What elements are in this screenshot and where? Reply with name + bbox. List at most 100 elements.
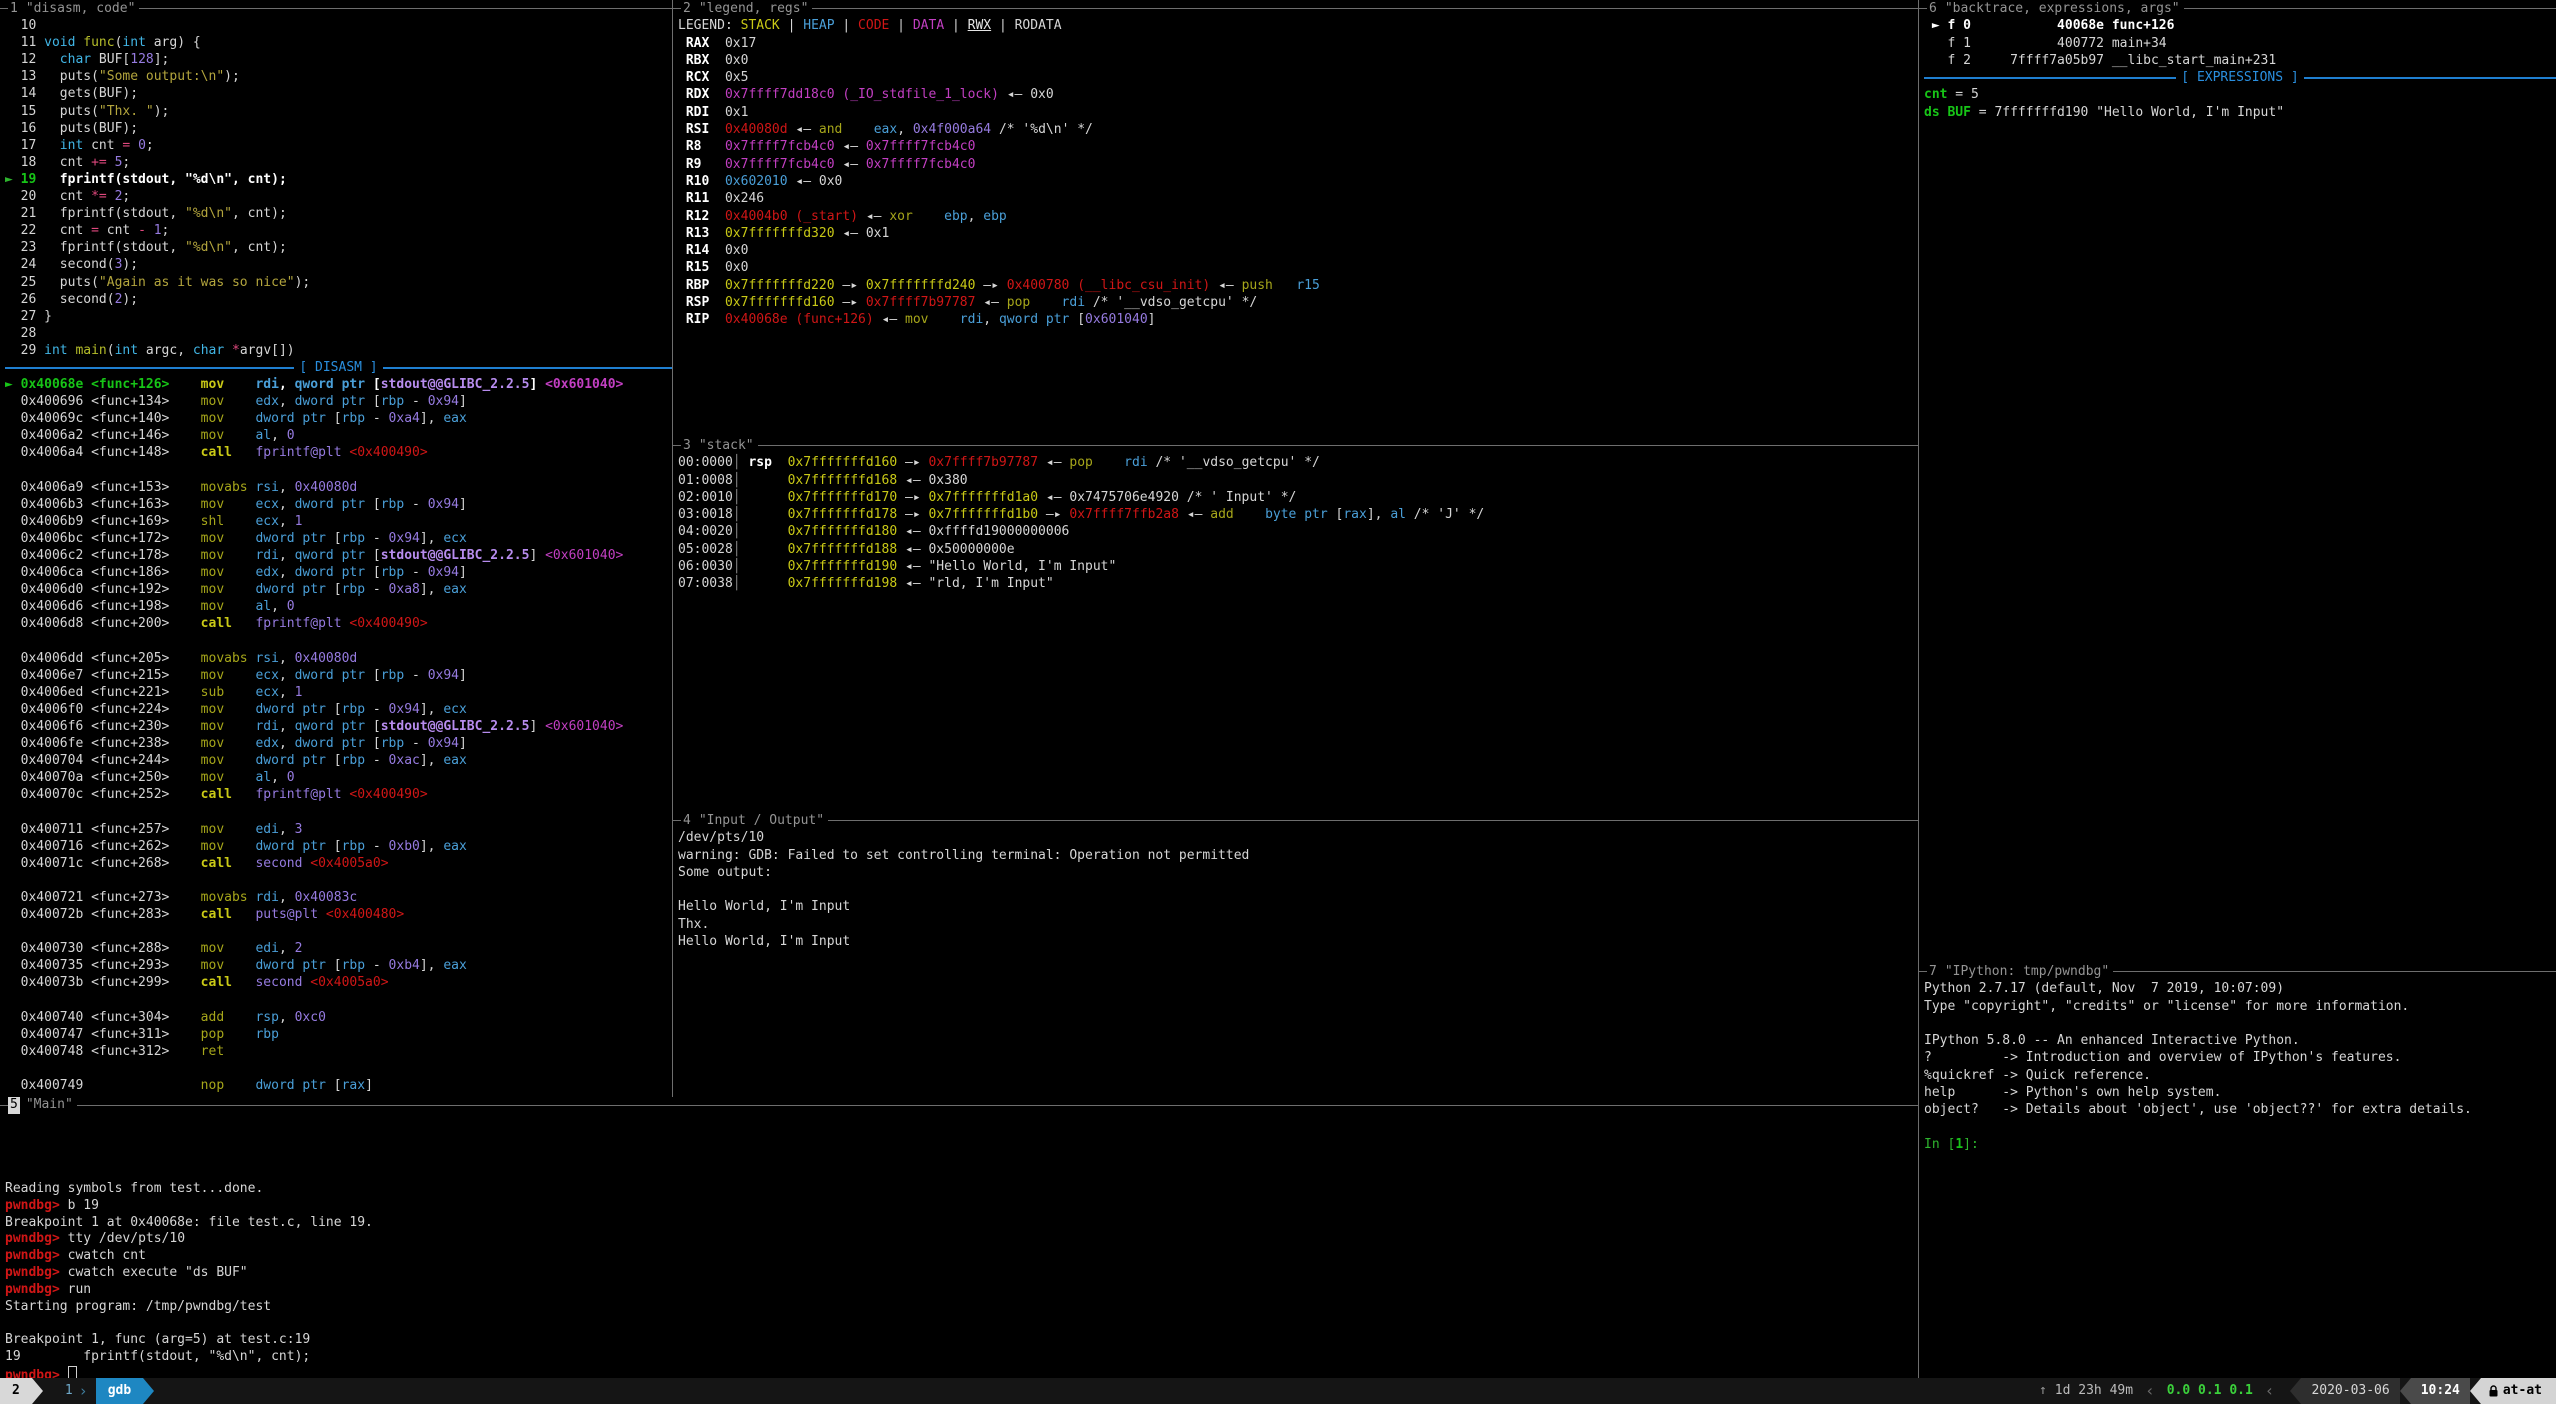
text-segment: shl (201, 514, 224, 529)
text-segment: pwndbg> (5, 1265, 68, 1280)
text-segment: | (991, 18, 1014, 33)
pane-content: Python 2.7.17 (default, Nov 7 2019, 10:0… (1919, 980, 2556, 1153)
text-segment: ], (420, 958, 443, 973)
text-segment: ? -> Introduction and overview of IPytho… (1924, 1050, 2401, 1065)
terminal-line (5, 1060, 672, 1077)
pane-ipython[interactable]: 7 "IPython: tmp/pwndbg" Python 2.7.17 (d… (1919, 963, 2556, 1378)
text-segment (928, 312, 959, 327)
text-segment: rsp (255, 1010, 278, 1025)
text-segment: 0x7fffffffd1b0 (928, 507, 1038, 522)
terminal-line: 0x4006d6 <func+198> mov al, 0 (5, 598, 672, 615)
text-segment: R10 (678, 174, 709, 189)
text-segment: Hello World, I'm Input (678, 934, 850, 949)
text-segment: ], (420, 753, 443, 768)
text-segment (741, 559, 788, 574)
text-segment: 0xb4 (389, 958, 420, 973)
text-segment: , cnt); (232, 240, 287, 255)
terminal-line: 04:0020│ 0x7fffffffd180 ◂— 0xffffd190000… (678, 523, 1918, 540)
pane-main-gdb-console[interactable]: 5 "Main" Reading symbols from test...don… (0, 1097, 1918, 1378)
text-segment: mov (201, 719, 224, 734)
text-segment: mov (201, 822, 224, 837)
text-segment: ◂— (874, 312, 905, 327)
pane-content: LEGEND: STACK | HEAP | CODE | DATA | RWX… (673, 17, 1918, 328)
text-segment: qword ptr (999, 312, 1069, 327)
pane-disasm-code[interactable]: 1 "disasm, code" 10 11 void func(int arg… (0, 0, 672, 1097)
terminal-line: %quickref -> Quick reference. (1924, 1067, 2556, 1084)
terminal-line: 0x4006ed <func+221> sub ecx, 1 (5, 684, 672, 701)
text-segment: 0x17 (709, 36, 756, 51)
text-segment: 1 (295, 514, 303, 529)
text-segment: mov (201, 428, 224, 443)
window-index[interactable]: 1 (59, 1378, 79, 1404)
terminal-line: 0x400721 <func+273> movabs rdi, 0x40083c (5, 889, 672, 906)
text-segment: mov (201, 582, 224, 597)
terminal-line: pwndbg> tty /dev/pts/10 (5, 1231, 1918, 1248)
text-segment (224, 1010, 255, 1025)
text-segment: rbp (381, 565, 404, 580)
terminal-line: 0x4006d8 <func+200> call fprintf@plt <0x… (5, 615, 672, 632)
pane-title: "disasm, code" (26, 0, 136, 17)
text-segment: add (201, 1010, 224, 1025)
pane-legend-regs[interactable]: 2 "legend, regs" LEGEND: STACK | HEAP | … (673, 0, 1918, 437)
text-segment: [ (326, 753, 342, 768)
text-segment: , (271, 428, 287, 443)
text-segment: help -> Python's own help system. (1924, 1085, 2221, 1100)
terminal-line: 0x400704 <func+244> mov dword ptr [rbp -… (5, 752, 672, 769)
text-segment: HEAP (803, 18, 834, 33)
text-segment (701, 139, 724, 154)
text-segment: ► 0x40068e <func+126> (5, 377, 201, 392)
pane-input-output[interactable]: 4 "Input / Output" /dev/pts/10warning: G… (673, 812, 1918, 1097)
text-segment: warning: GDB: Failed to set controlling … (678, 848, 1249, 863)
text-segment: ds BUF (1924, 105, 1971, 120)
text-segment (1273, 278, 1296, 293)
text-segment: , (897, 122, 913, 137)
text-segment (842, 122, 873, 137)
terminal-line: 28 (5, 325, 672, 342)
text-segment: qword ptr (295, 548, 365, 563)
middle-column: 2 "legend, regs" LEGEND: STACK | HEAP | … (672, 0, 1918, 1097)
text-segment: ◂— 0x50000000e (897, 542, 1014, 557)
text-segment: CODE (858, 18, 889, 33)
text-segment: ◂— (835, 157, 866, 172)
terminal-line: help -> Python's own help system. (1924, 1084, 2556, 1101)
text-segment: 17 (5, 138, 60, 153)
text-segment: ] (529, 548, 545, 563)
text-segment (709, 295, 725, 310)
text-segment: , (279, 497, 295, 512)
text-segment: mov (201, 736, 224, 751)
terminal-line: 0x400730 <func+288> mov edi, 2 (5, 940, 672, 957)
text-segment: , (279, 890, 295, 905)
pane-header: 3 "stack" (673, 437, 1918, 454)
text-segment: 0x4006b9 <func+169> (5, 514, 201, 529)
session-badge[interactable]: 2 (0, 1378, 32, 1404)
text-segment (224, 428, 255, 443)
pane-backtrace-expressions[interactable]: 6 "backtrace, expressions, args" ► f 0 4… (1919, 0, 2556, 963)
window-tab-gdb[interactable]: gdb (96, 1378, 143, 1404)
text-segment: int (115, 343, 138, 358)
terminal-line (5, 462, 672, 479)
terminal-line: 18 cnt += 5; (5, 154, 672, 171)
pane-stack[interactable]: 3 "stack" 00:0000│ rsp 0x7fffffffd160 —▸… (673, 437, 1918, 812)
terminal-line: 01:0008│ 0x7fffffffd168 ◂— 0x380 (678, 472, 1918, 489)
text-segment: 02:0010 (678, 490, 733, 505)
text-segment: —▸ (835, 295, 866, 310)
text-segment: | (889, 18, 912, 33)
text-segment: —▸ (835, 278, 866, 293)
text-segment: mov (201, 565, 224, 580)
terminal-line: 0x40073b <func+299> call second <0x4005a… (5, 974, 672, 991)
terminal-line: 0x400711 <func+257> mov edi, 3 (5, 821, 672, 838)
text-segment: [ (326, 582, 342, 597)
gdb-console-content[interactable]: Reading symbols from test...done.pwndbg>… (0, 1114, 1918, 1378)
text-segment: 0x1 (709, 105, 748, 120)
text-segment: │ (733, 473, 741, 488)
pane-number: 2 (681, 0, 693, 17)
text-segment: [ (326, 1078, 342, 1093)
text-segment (741, 473, 788, 488)
text-segment: 0x4006fe <func+238> (5, 736, 201, 751)
text-segment: ecx (255, 514, 278, 529)
text-segment: - (365, 702, 388, 717)
text-segment: 0x40068e (func+126) (725, 312, 874, 327)
text-segment: ); (224, 69, 240, 84)
text-segment: ◂— 0x1 (835, 226, 890, 241)
text-segment: , (271, 599, 287, 614)
